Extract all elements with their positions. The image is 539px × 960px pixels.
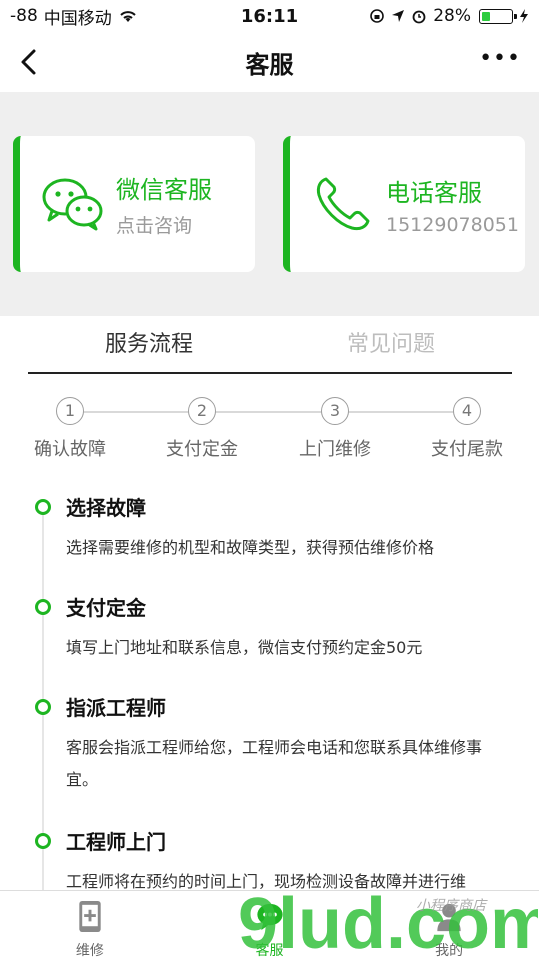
bottom-tab-bar: 维修 客服 我的 xyxy=(0,890,539,960)
step-number: 1 xyxy=(56,397,84,425)
bottom-tab-repair[interactable]: 维修 xyxy=(0,891,180,960)
timeline-item-desc: 填写上门地址和联系信息，微信支付预约定金50元 xyxy=(66,638,423,657)
rotation-lock-icon xyxy=(370,9,385,23)
phone-number[interactable]: 15129078051 xyxy=(386,214,519,236)
signal-strength: -88 xyxy=(10,6,38,26)
timeline-item-title: 支付定金 xyxy=(66,596,146,620)
battery-percent: 28% xyxy=(433,6,471,26)
bottom-tab-service[interactable]: 客服 xyxy=(180,891,360,960)
timeline-item-title: 选择故障 xyxy=(66,496,146,520)
step-label: 支付定金 xyxy=(166,439,238,460)
phone-service-card[interactable]: 电话客服 15129078051 xyxy=(283,136,525,272)
status-bar: -88 中国移动 16:11 28% xyxy=(0,0,539,32)
tab-service-process[interactable]: 服务流程 xyxy=(28,318,270,372)
nav-bar: 客服 ••• xyxy=(0,32,539,92)
step-number: 4 xyxy=(453,397,481,425)
contact-section: 微信客服 点击咨询 电话客服 15129078051 xyxy=(0,92,539,316)
step-number: 2 xyxy=(188,397,216,425)
step-number: 3 xyxy=(321,397,349,425)
chat-icon xyxy=(256,903,283,931)
wechat-icon xyxy=(42,178,103,231)
page-title: 客服 xyxy=(245,50,294,79)
phone-repair-icon xyxy=(79,900,101,933)
bottom-tab-label: 客服 xyxy=(255,943,284,959)
alarm-icon xyxy=(412,10,426,24)
wechat-service-subtitle: 点击咨询 xyxy=(116,215,193,237)
timeline-item-title: 工程师上门 xyxy=(66,830,166,854)
step-item: 3 上门维修 xyxy=(275,394,395,461)
step-item: 2 支付定金 xyxy=(142,394,262,461)
timeline-dot xyxy=(35,599,51,615)
step-label: 支付尾款 xyxy=(431,439,503,460)
timeline-item-desc: 工程师将在预约的时间上门，现场检测设备故障并进行维 xyxy=(66,872,467,891)
timeline-dot xyxy=(35,699,51,715)
charging-icon xyxy=(520,9,528,23)
wechat-service-title: 微信客服 xyxy=(116,176,212,204)
bottom-tab-mine[interactable]: 我的 xyxy=(359,891,539,960)
location-arrow-icon xyxy=(392,10,405,22)
step-label: 确认故障 xyxy=(34,439,106,460)
phone-icon xyxy=(316,177,370,231)
process-steps: 1 确认故障 2 支付定金 3 上门维修 4 支付尾款 xyxy=(0,394,539,464)
phone-service-title: 电话客服 xyxy=(386,178,482,207)
wifi-icon xyxy=(120,11,136,22)
user-icon xyxy=(437,903,461,932)
battery-icon xyxy=(479,8,517,24)
back-arrow-icon[interactable] xyxy=(12,44,48,80)
wechat-service-card[interactable]: 微信客服 点击咨询 xyxy=(13,136,255,272)
step-label: 上门维修 xyxy=(299,439,371,460)
content-tabs: 服务流程 常见问题 xyxy=(28,318,512,374)
timeline-item-desc: 客服会指派工程师给您，工程师会电话和您联系具体维修事宜。 xyxy=(66,738,483,789)
timeline-item-title: 指派工程师 xyxy=(66,696,166,720)
bottom-tab-label: 维修 xyxy=(75,943,104,959)
timeline-item-desc: 选择需要维修的机型和故障类型，获得预估维修价格 xyxy=(66,538,435,557)
more-menu-button[interactable]: ••• xyxy=(479,46,521,71)
step-item: 4 支付尾款 xyxy=(407,394,527,461)
step-item: 1 确认故障 xyxy=(10,394,130,461)
timeline-dot xyxy=(35,499,51,515)
carrier-name: 中国移动 xyxy=(43,8,112,29)
timeline-dot xyxy=(35,833,51,849)
tab-faq[interactable]: 常见问题 xyxy=(270,318,512,372)
process-timeline: 选择故障 选择需要维修的机型和故障类型，获得预估维修价格 支付定金 填写上门地址… xyxy=(0,482,539,892)
bottom-tab-label: 我的 xyxy=(435,943,464,959)
